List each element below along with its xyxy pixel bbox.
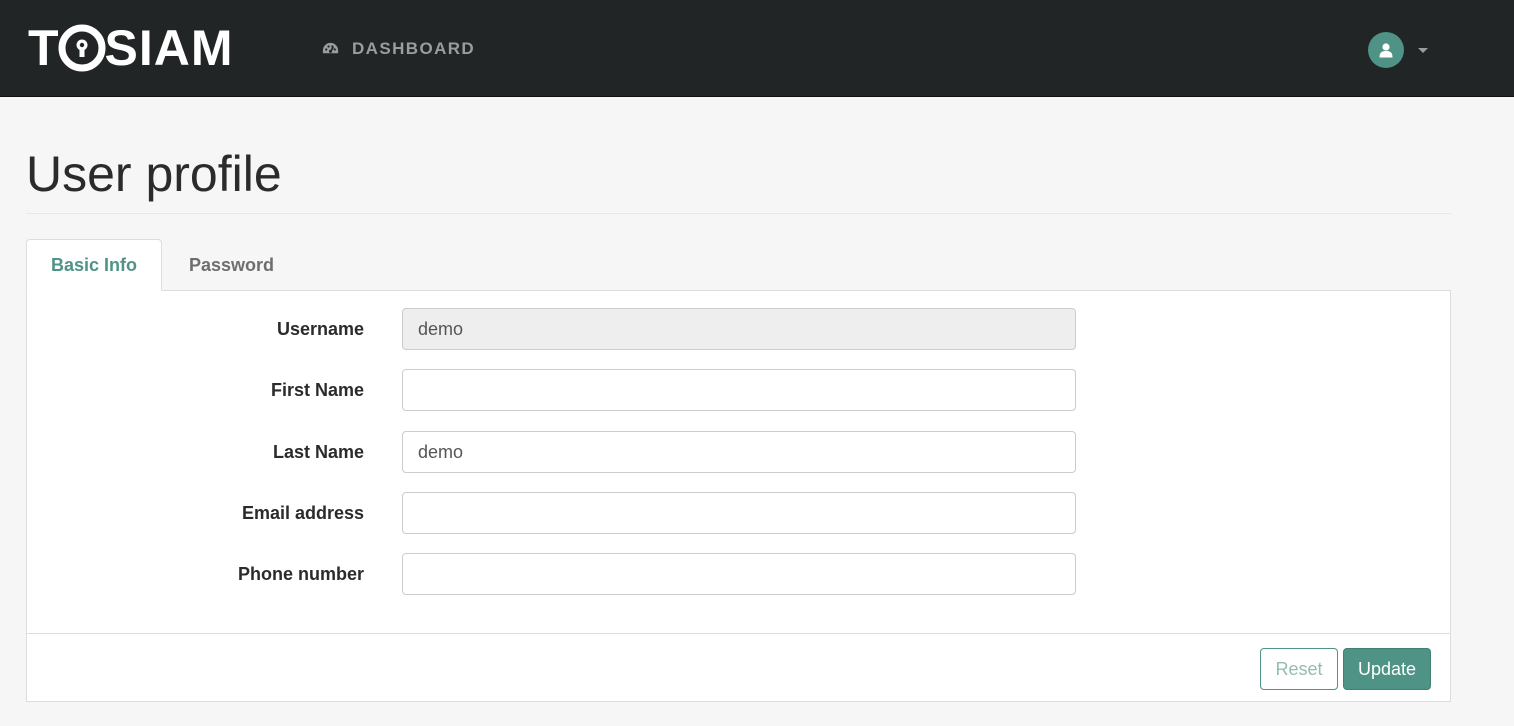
form-actions: Reset Update	[27, 633, 1450, 701]
form-row-last-name: Last Name	[27, 431, 1450, 473]
email-label: Email address	[241, 502, 364, 523]
caret-down-icon	[1418, 47, 1428, 53]
brand-logo[interactable]: T SIAM	[28, 23, 234, 73]
page-title: User profile	[26, 146, 282, 202]
update-button[interactable]: Update	[1343, 648, 1431, 690]
first-name-label: First Name	[270, 379, 364, 400]
tab-password[interactable]: Password	[164, 239, 299, 291]
form-row-first-name: First Name	[27, 369, 1450, 411]
top-navbar: T SIAM DASHBOARD	[0, 0, 1514, 97]
username-label: Username	[276, 318, 364, 339]
last-name-label: Last Name	[272, 441, 364, 462]
brand-logo-text-start: T	[28, 20, 60, 76]
phone-field[interactable]	[402, 553, 1076, 595]
lock-o-icon	[58, 24, 106, 72]
reset-button[interactable]: Reset	[1260, 648, 1338, 690]
user-menu-toggle[interactable]	[1368, 32, 1428, 68]
form-row-email: Email address	[27, 492, 1450, 534]
brand-logo-text-end: SIAM	[104, 20, 234, 76]
username-field[interactable]	[402, 308, 1076, 350]
user-icon	[1379, 43, 1393, 58]
last-name-field[interactable]	[402, 431, 1076, 473]
first-name-field[interactable]	[402, 369, 1076, 411]
profile-form-panel: Username First Name Last Name Email addr…	[26, 290, 1451, 702]
title-divider	[26, 213, 1451, 214]
avatar	[1368, 32, 1404, 68]
nav-dashboard-link[interactable]: DASHBOARD	[321, 38, 475, 60]
form-row-username: Username	[27, 308, 1450, 350]
form-row-phone: Phone number	[27, 553, 1450, 595]
phone-label: Phone number	[237, 563, 364, 584]
nav-dashboard-label: DASHBOARD	[352, 39, 476, 58]
tab-basic-info[interactable]: Basic Info	[26, 239, 162, 291]
tachometer-icon	[322, 42, 339, 53]
email-field[interactable]	[402, 492, 1076, 534]
